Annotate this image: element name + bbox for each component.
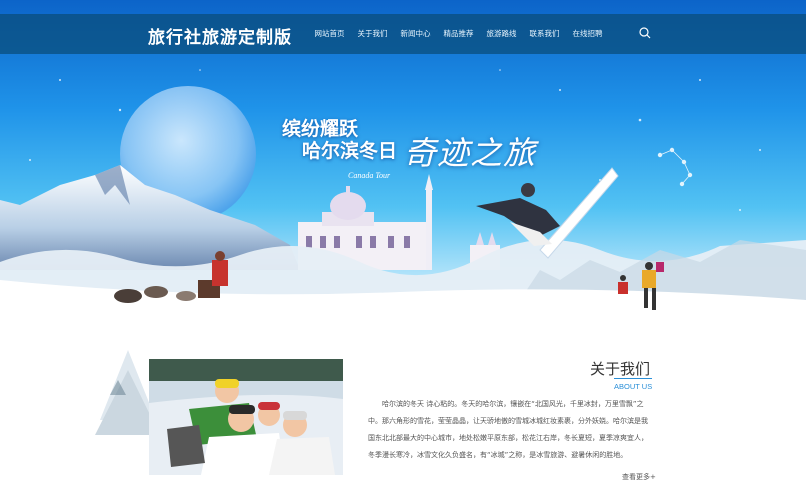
banner-line-1: 缤纷耀跃 xyxy=(282,118,359,140)
search-icon[interactable] xyxy=(639,27,651,39)
menu-item-news[interactable]: 新闻中心 xyxy=(394,14,437,54)
menu-item-about[interactable]: 关于我们 xyxy=(351,14,394,54)
menu-item-routes[interactable]: 旅游路线 xyxy=(480,14,523,54)
snowboarder xyxy=(476,167,619,259)
read-more-link[interactable]: 查看更多+ xyxy=(622,472,656,482)
banner-script-title: 奇迹之旅 xyxy=(404,134,537,172)
about-title: 关于我们 xyxy=(590,360,651,378)
banner-line-2: 哈尔滨冬日 xyxy=(302,140,398,162)
top-navigation-bar: 旅行社旅游定制版 网站首页 关于我们 新闻中心 精品推荐 旅游路线 联系我们 在… xyxy=(0,14,806,54)
about-subtitle: ABOUT US xyxy=(614,382,653,391)
banner-headline: 缤纷耀跃 哈尔滨冬日 xyxy=(282,118,397,162)
menu-item-contact[interactable]: 联系我们 xyxy=(523,14,566,54)
banner-subtitle: Canada Tour xyxy=(348,171,391,180)
main-menu: 网站首页 关于我们 新闻中心 精品推荐 旅游路线 联系我们 在线招聘 xyxy=(308,14,609,54)
about-description: 哈尔滨的冬天 诗心粘的。冬天的哈尔滨，镶嵌在“北国风光，千里冰封，万里雪飘”之中… xyxy=(368,400,648,459)
menu-item-home[interactable]: 网站首页 xyxy=(308,14,351,54)
about-photo xyxy=(149,359,343,475)
menu-item-recommend[interactable]: 精品推荐 xyxy=(437,14,480,54)
about-divider xyxy=(614,378,652,379)
family-ski-photo xyxy=(149,359,343,475)
menu-item-jobs[interactable]: 在线招聘 xyxy=(566,14,609,54)
site-logo[interactable]: 旅行社旅游定制版 xyxy=(148,23,292,48)
constellation xyxy=(657,147,693,187)
